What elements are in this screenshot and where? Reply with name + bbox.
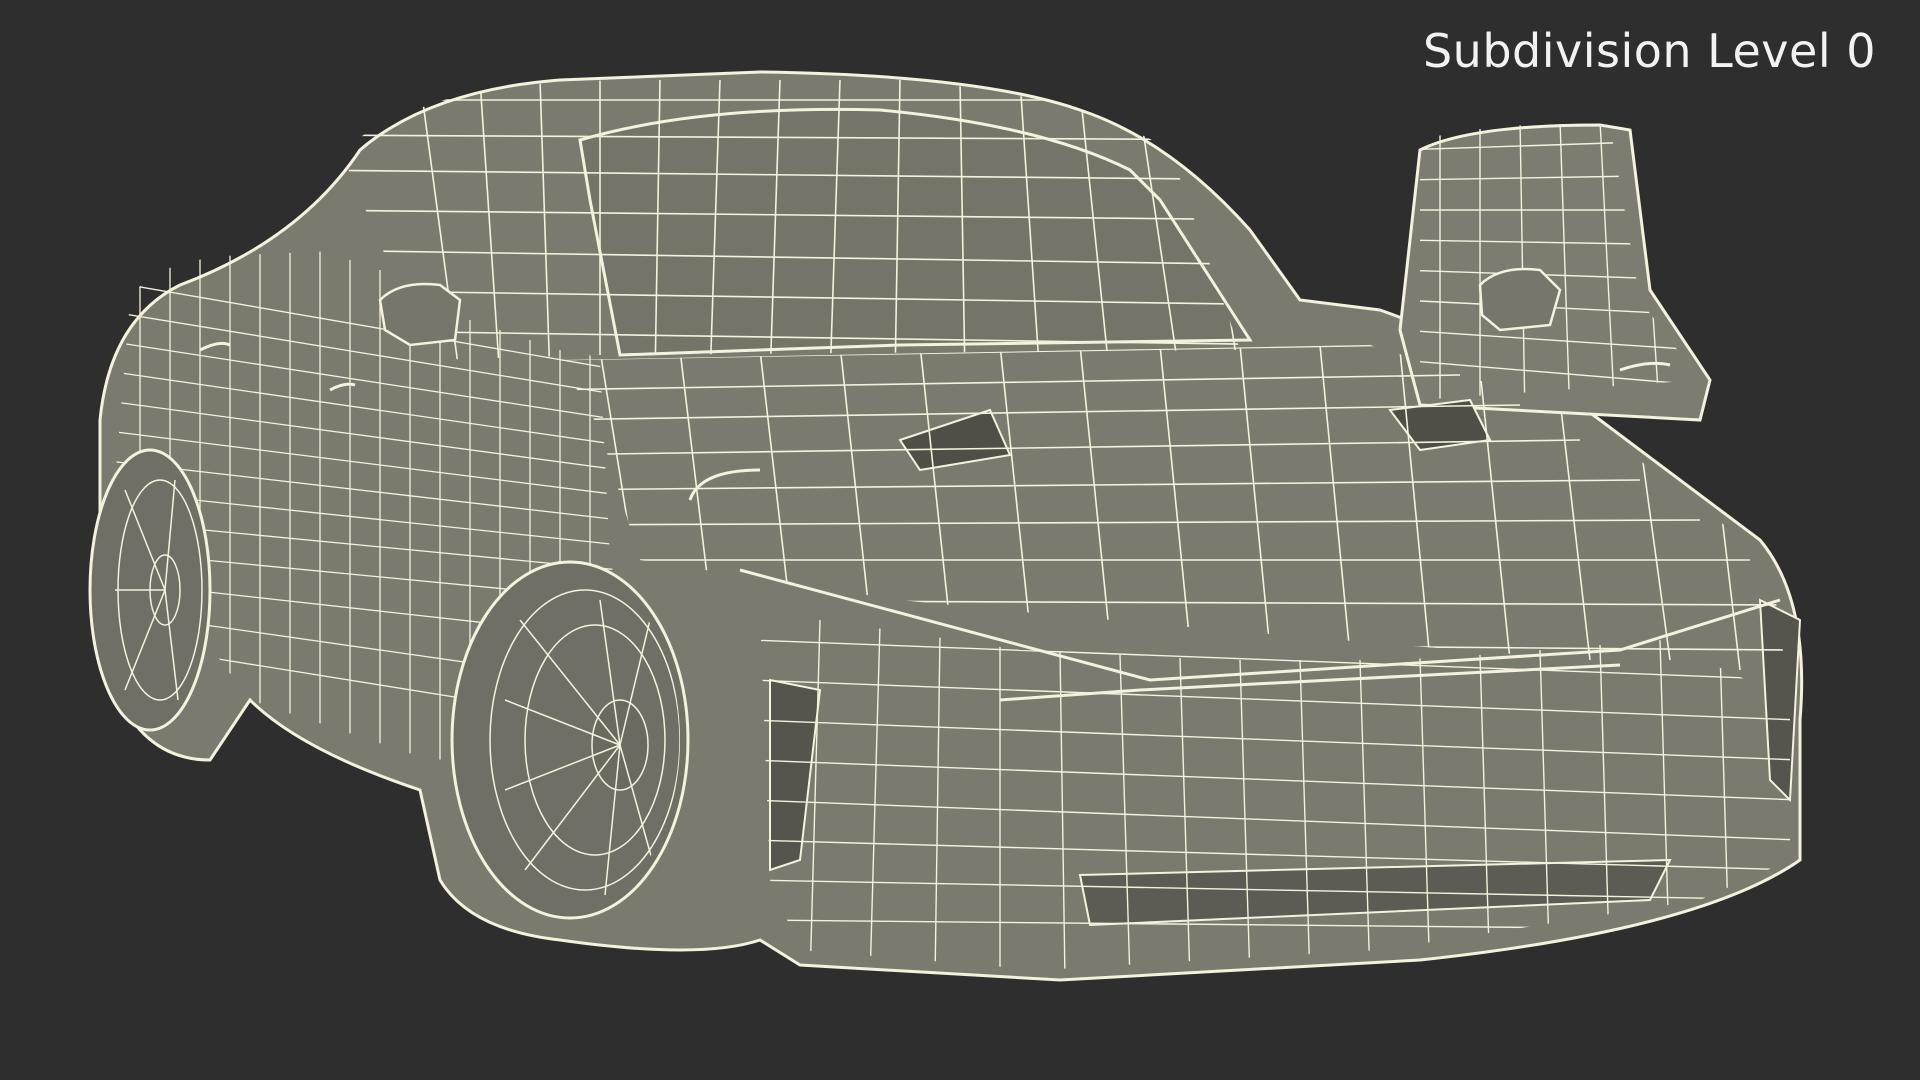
render-viewport: Subdivision Level 0 bbox=[0, 0, 1920, 1080]
front-wheel bbox=[450, 560, 690, 920]
car-wireframe-model bbox=[88, 70, 1804, 982]
subdivision-level-label: Subdivision Level 0 bbox=[1422, 24, 1876, 78]
rear-wheel bbox=[88, 448, 212, 732]
